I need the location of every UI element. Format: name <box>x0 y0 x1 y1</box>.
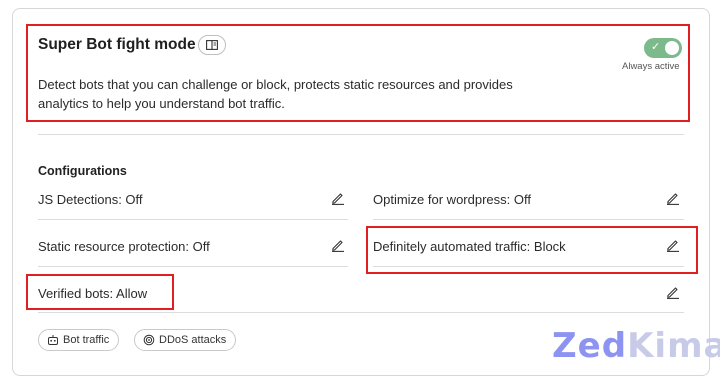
pencil-icon <box>332 193 344 205</box>
bot-traffic-label: Bot traffic <box>63 334 110 346</box>
pencil-icon <box>332 240 344 252</box>
row-divider <box>38 312 684 313</box>
pencil-icon <box>667 193 679 205</box>
edit-js-detections-button[interactable] <box>330 190 346 206</box>
edit-optimize-wordpress-button[interactable] <box>665 190 681 206</box>
highlight-box-verified <box>26 274 174 310</box>
edit-verified-bots-button[interactable] <box>665 284 681 300</box>
row-divider <box>373 219 684 220</box>
robot-icon <box>48 335 58 345</box>
row-divider <box>38 219 348 220</box>
configurations-heading: Configurations <box>38 164 127 178</box>
bot-traffic-link[interactable]: Bot traffic <box>38 329 120 351</box>
ddos-attacks-link[interactable]: DDoS attacks <box>134 329 237 351</box>
highlight-box-automated <box>366 226 698 274</box>
setting-optimize-wordpress: Optimize for wordpress: Off <box>373 192 531 207</box>
highlight-box-header <box>26 24 690 122</box>
setting-static-resource-protection: Static resource protection: Off <box>38 239 210 254</box>
row-divider <box>38 266 348 267</box>
setting-js-detections: JS Detections: Off <box>38 192 143 207</box>
divider <box>38 134 684 135</box>
edit-static-resource-button[interactable] <box>330 237 346 253</box>
ddos-attacks-label: DDoS attacks <box>159 334 227 346</box>
pencil-icon <box>667 287 679 299</box>
watermark-logo: ZedKima <box>552 326 720 366</box>
shield-target-icon <box>143 334 155 346</box>
